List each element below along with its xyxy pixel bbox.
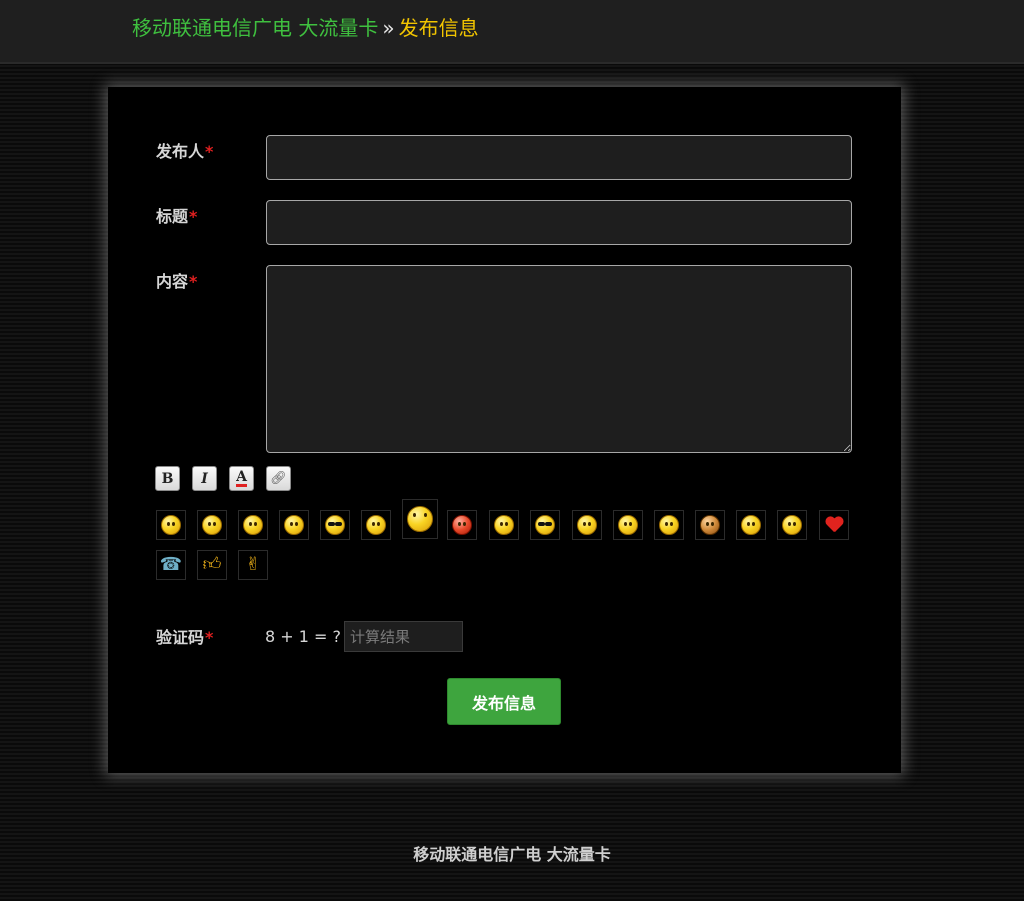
thumbs-up-emoticon[interactable]: 👍︎ [197,550,227,580]
content-label: 内容* [156,272,198,291]
italic-button[interactable]: I [192,466,217,491]
content-textarea[interactable] [266,265,852,453]
breadcrumb: 移动联通电信广电 大流量卡» 发布信息 [132,14,479,42]
happy-emoticon[interactable] [613,510,643,540]
surprised-icon [284,515,304,535]
font-color-icon: A [236,469,247,487]
bold-button[interactable]: B [155,466,180,491]
title-input[interactable] [266,200,852,245]
top-bar: 移动联通电信广电 大流量卡» 发布信息 [0,0,1024,64]
blush-icon [202,515,222,535]
breadcrumb-site-link[interactable]: 移动联通电信广电 大流量卡 [132,16,378,40]
shocked-icon [659,515,679,535]
editor-toolbar: B I A 🔗︎ [155,466,291,492]
shy-emoticon[interactable] [572,510,602,540]
eyepatch-emoticon[interactable] [736,510,766,540]
breadcrumb-current-page: 发布信息 [398,16,479,40]
captcha-question: 8 + 1 = ? [265,627,342,646]
footer-text: 移动联通电信广电 大流量卡 [413,845,611,864]
phone-emoticon[interactable]: ☎ [156,550,186,580]
font-color-button[interactable]: A [229,466,254,491]
smile-icon [161,515,181,535]
captcha-label: 验证码* [156,628,214,647]
heart-icon [825,517,843,533]
cool-emoticon[interactable] [320,510,350,540]
italic-icon: I [201,470,208,487]
eyepatch-icon [741,515,761,535]
wink-emoticon[interactable] [361,510,391,540]
phone-icon: ☎ [159,554,183,575]
peace-emoticon[interactable]: ✌ [238,550,268,580]
title-label: 标题* [156,207,198,226]
tongue-icon [243,515,263,535]
publisher-input[interactable] [266,135,852,180]
grin-icon [494,515,514,535]
submit-button[interactable]: 发布信息 [447,678,561,725]
required-mark: * [205,628,214,647]
angry-icon [452,515,472,535]
bold-icon: B [161,470,174,487]
bandage-emoticon[interactable] [695,510,725,540]
captcha-input[interactable] [344,621,463,652]
link-button[interactable]: 🔗︎ [266,466,291,491]
heart-emoticon[interactable] [819,510,849,540]
cry-icon [782,515,802,535]
thumbs-up-icon: 👍︎ [202,554,222,575]
link-icon: 🔗︎ [270,471,287,486]
shocked-emoticon[interactable] [654,510,684,540]
breadcrumb-separator: » [382,16,395,40]
wink-icon [366,515,386,535]
crazy-emoticon[interactable] [402,499,438,539]
publisher-label: 发布人* [156,142,214,161]
surprised-emoticon[interactable] [279,510,309,540]
bandage-icon [700,515,720,535]
required-mark: * [189,207,198,226]
cry-emoticon[interactable] [777,510,807,540]
post-form-panel: 发布人* 标题* 内容* B I A 🔗︎ ☎ 👍︎ ✌ 验证码* 8 + 1 … [108,87,901,773]
sunglasses-icon [535,515,555,535]
grin-emoticon[interactable] [489,510,519,540]
angry-emoticon[interactable] [447,510,477,540]
shy-icon [577,515,597,535]
happy-icon [618,515,638,535]
crazy-icon [407,506,433,532]
sunglasses-emoticon[interactable] [530,510,560,540]
required-mark: * [189,272,198,291]
required-mark: * [205,142,214,161]
cool-icon [325,515,345,535]
tongue-emoticon[interactable] [238,510,268,540]
smile-emoticon[interactable] [156,510,186,540]
peace-icon: ✌ [245,554,261,575]
blush-emoticon[interactable] [197,510,227,540]
